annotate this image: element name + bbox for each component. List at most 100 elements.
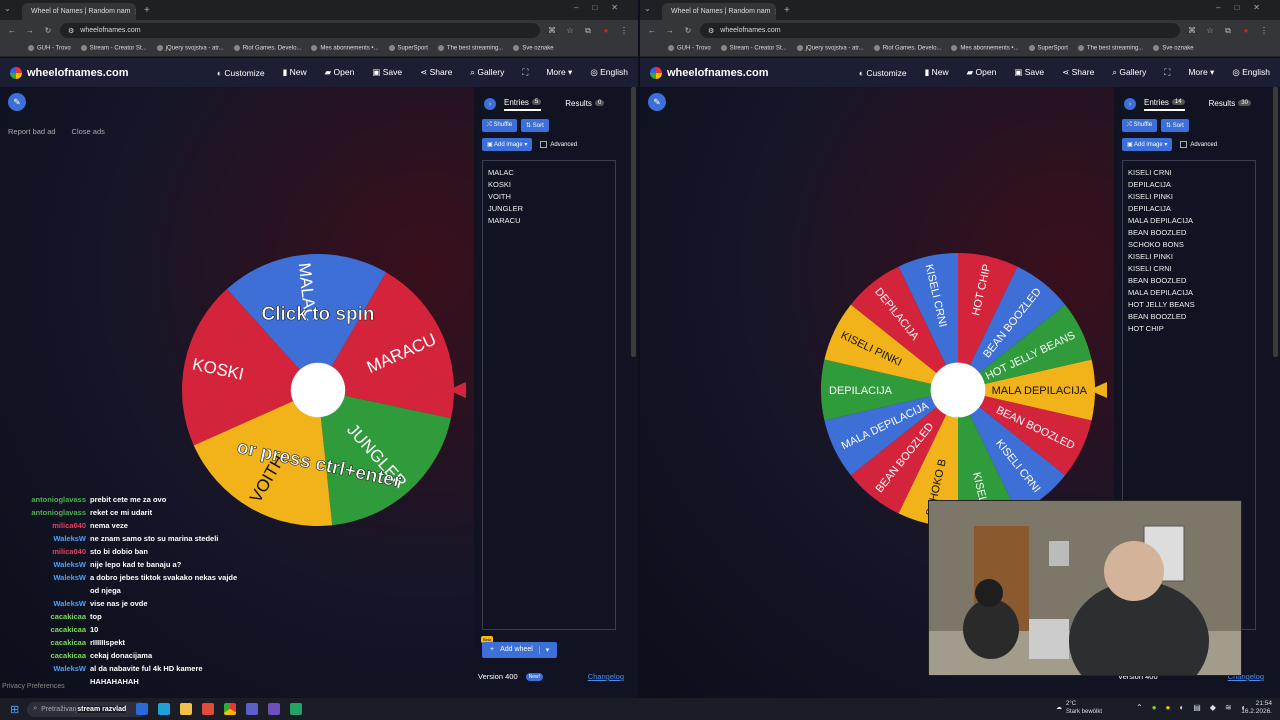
bookmark[interactable]: SuperSport	[1029, 45, 1068, 52]
bookmark[interactable]: The best streaming...	[438, 45, 503, 52]
bookmark-folder[interactable]: Sve oznake	[1153, 45, 1193, 52]
menu-customize[interactable]: ◐ Customize	[217, 68, 265, 78]
menu-share[interactable]: ⋖ Share	[420, 67, 452, 78]
logo[interactable]: wheelofnames.com	[650, 66, 768, 79]
entries-textarea[interactable]: MALAC KOSKI VOITH JUNGLER MARACU	[482, 160, 616, 630]
collapse-panel-icon[interactable]: ›	[1124, 98, 1136, 110]
new-tab-icon[interactable]: +	[784, 5, 790, 16]
new-tab-icon[interactable]: +	[144, 5, 150, 16]
extensions-icon[interactable]: ⧉	[582, 26, 594, 36]
menu-more[interactable]: More ▾	[1188, 67, 1214, 78]
menu-more[interactable]: More ▾	[546, 67, 572, 78]
kebab-menu-icon[interactable]: ⋮	[1258, 26, 1270, 35]
task-view-icon[interactable]	[136, 703, 149, 715]
forward-icon[interactable]: →	[664, 26, 676, 35]
bookmark[interactable]: Stream - Creator St...	[81, 45, 147, 52]
back-icon[interactable]: ←	[6, 26, 18, 35]
scrollbar[interactable]	[631, 87, 636, 357]
fullscreen-icon[interactable]: ⛶	[522, 67, 528, 78]
tab-close-icon[interactable]: ✕	[134, 8, 136, 16]
tab-search-icon[interactable]: ⌄	[644, 4, 651, 13]
tab-search-icon[interactable]: ⌄	[4, 4, 11, 13]
tray-icon[interactable]: ▤	[1193, 703, 1201, 712]
menu-open[interactable]: ▰ Open	[967, 67, 997, 78]
start-icon[interactable]: ⊞	[10, 703, 19, 716]
profile-icon[interactable]: ●	[1240, 26, 1252, 35]
wheel-left[interactable]: MARACUJUNGLERVOITHKOSKIMALACClick to spi…	[178, 250, 468, 530]
menu-language[interactable]: ◎ English	[1232, 67, 1270, 78]
edge-icon[interactable]	[158, 703, 171, 715]
clock[interactable]: 21:54 16.2.2026.	[1241, 700, 1272, 716]
bookmark[interactable]: jQuery svojstva - atr...	[157, 45, 224, 52]
site-info-icon[interactable]: ⚙	[708, 27, 714, 35]
teams-icon[interactable]	[246, 703, 259, 715]
menu-language[interactable]: ◎ English	[590, 67, 628, 78]
chrome-icon[interactable]	[224, 703, 237, 715]
tab-entries[interactable]: Entries 5	[504, 98, 542, 111]
site-info-icon[interactable]: ⚙	[68, 27, 74, 35]
tray-icon[interactable]: ●	[1152, 703, 1157, 712]
weather-widget[interactable]: ☁ 2°C Stark bewölkt	[1056, 700, 1102, 716]
kebab-menu-icon[interactable]: ⋮	[618, 26, 630, 35]
profile-icon[interactable]: ●	[600, 26, 612, 35]
bookmark[interactable]: Stream - Creator St...	[721, 45, 787, 52]
bookmark[interactable]: Mes abonnements •...	[951, 45, 1018, 52]
menu-customize[interactable]: ◐ Customize	[859, 68, 907, 78]
extensions-icon[interactable]: ⧉	[1222, 26, 1234, 36]
tray-icon[interactable]: ◐	[1179, 703, 1184, 712]
add-image-button[interactable]: ▣ Add image ▾	[1122, 138, 1173, 151]
star-icon[interactable]: ☆	[1204, 26, 1216, 35]
spin-hint-text[interactable]: Click to spin	[261, 304, 375, 326]
add-wheel-button[interactable]: + Add wheel ▾	[482, 642, 558, 658]
address-bar[interactable]: ⚙ wheelofnames.com	[60, 23, 540, 38]
menu-new[interactable]: ▮ New	[283, 67, 307, 78]
window-controls[interactable]: –□✕	[574, 3, 632, 12]
tab-results[interactable]: Results 30	[1209, 99, 1251, 110]
fullscreen-icon[interactable]: ⛶	[1164, 67, 1170, 78]
browser-tab[interactable]: Wheel of Names | Random nam ✕	[662, 3, 776, 20]
opera-icon[interactable]	[202, 703, 215, 715]
address-bar[interactable]: ⚙ wheelofnames.com	[700, 23, 1180, 38]
bookmark[interactable]: Riot Games. Develo...	[234, 45, 302, 52]
bookmark[interactable]: Riot Games. Develo...	[874, 45, 942, 52]
menu-new[interactable]: ▮ New	[925, 67, 949, 78]
shuffle-button[interactable]: ⤮ Shuffle	[1122, 119, 1158, 132]
reload-icon[interactable]: ↻	[42, 26, 54, 35]
bookmark[interactable]: jQuery svojstva - atr...	[797, 45, 864, 52]
bookmark[interactable]: SuperSport	[389, 45, 428, 52]
obs-icon[interactable]	[268, 703, 281, 715]
star-icon[interactable]: ☆	[564, 26, 576, 35]
sort-button[interactable]: ⇅ Sort	[521, 119, 549, 132]
changelog-link[interactable]: Changelog	[588, 672, 624, 681]
bookmark-folder[interactable]: Sve oznake	[513, 45, 553, 52]
app-icon[interactable]	[290, 703, 303, 715]
bookmark[interactable]: GUH - Trovo	[668, 45, 711, 52]
add-image-button[interactable]: ▣ Add image ▾	[482, 138, 533, 151]
sort-button[interactable]: ⇅ Sort	[1161, 119, 1189, 132]
scrollbar[interactable]	[1273, 87, 1278, 357]
system-tray[interactable]: ⌃ ● ● ◐ ▤ ◆ ≋ ◖	[1136, 703, 1246, 712]
menu-gallery[interactable]: ⌕ Gallery	[470, 67, 504, 78]
collapse-panel-icon[interactable]: ›	[484, 98, 496, 110]
wifi-icon[interactable]: ≋	[1225, 703, 1232, 712]
shuffle-button[interactable]: ⤮ Shuffle	[482, 119, 518, 132]
chevron-up-icon[interactable]: ⌃	[1136, 703, 1143, 712]
advanced-checkbox[interactable]: Advanced	[1180, 140, 1217, 148]
file-explorer-icon[interactable]	[180, 703, 193, 715]
menu-gallery[interactable]: ⌕ Gallery	[1112, 67, 1146, 78]
reload-icon[interactable]: ↻	[682, 26, 694, 35]
tray-icon[interactable]: ●	[1166, 703, 1171, 712]
wheel-right[interactable]: MALA DEPILACIJABEAN BOOZLEDKISELI CRNIKI…	[818, 248, 1108, 532]
translate-icon[interactable]: ⌘	[546, 26, 558, 35]
translate-icon[interactable]: ⌘	[1186, 26, 1198, 35]
menu-share[interactable]: ⋖ Share	[1062, 67, 1094, 78]
privacy-link[interactable]: Privacy Preferences	[2, 683, 65, 690]
bookmark[interactable]: Mes abonnements •...	[311, 45, 378, 52]
forward-icon[interactable]: →	[24, 26, 36, 35]
report-ad-link[interactable]: Report bad ad	[8, 127, 56, 136]
window-controls[interactable]: –□✕	[1216, 3, 1274, 12]
tab-close-icon[interactable]: ✕	[774, 8, 776, 16]
back-icon[interactable]: ←	[646, 26, 658, 35]
wheel-center[interactable]	[290, 362, 346, 418]
bookmark[interactable]: GUH - Trovo	[28, 45, 71, 52]
